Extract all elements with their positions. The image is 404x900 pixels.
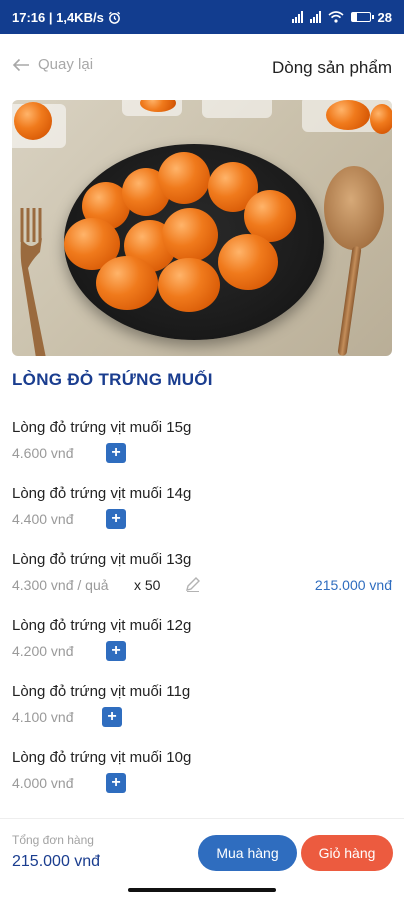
variant-name: Lòng đỏ trứng vịt muối 12g (12, 617, 192, 634)
variant-row: Lòng đỏ trứng vịt muối 11g 4.100 vnđ + (12, 683, 392, 733)
variant-row: Lòng đỏ trứng vịt muối 12g 4.200 vnđ + (12, 617, 392, 667)
variant-price: 4.000 vnđ (12, 775, 74, 791)
top-bar: Quay lại Dòng sản phẩm (0, 52, 404, 88)
variant-price: 4.400 vnđ (12, 511, 74, 527)
order-total-value: 215.000 vnđ (12, 853, 101, 870)
variant-name: Lòng đỏ trứng vịt muối 15g (12, 419, 192, 436)
add-button[interactable]: + (102, 707, 122, 727)
add-button[interactable]: + (106, 773, 126, 793)
arrow-left-icon (12, 58, 29, 71)
add-button[interactable]: + (106, 509, 126, 529)
variant-row: Lòng đỏ trứng vịt muối 15g 4.600 vnđ + (12, 419, 392, 469)
variant-price: 4.600 vnđ (12, 445, 74, 461)
variant-quantity[interactable]: x 50 (134, 577, 160, 593)
product-image (12, 100, 392, 356)
cart-button[interactable]: Giỏ hàng (301, 835, 393, 871)
battery-icon (350, 12, 374, 22)
product-name: LÒNG ĐỎ TRỨNG MUỐI (12, 370, 213, 389)
home-indicator[interactable] (128, 888, 276, 892)
pencil-icon[interactable] (184, 575, 202, 593)
cell-signal-2-icon (309, 11, 321, 23)
cell-signal-icon (291, 11, 303, 23)
order-total-label: Tổng đơn hàng (12, 833, 94, 847)
add-button[interactable]: + (106, 443, 126, 463)
variant-name: Lòng đỏ trứng vịt muối 14g (12, 485, 192, 502)
page-title: Dòng sản phẩm (271, 58, 392, 77)
variant-row: Lòng đỏ trứng vịt muối 14g 4.400 vnđ + (12, 485, 392, 535)
variant-row-selected: Lòng đỏ trứng vịt muối 13g 4.300 vnđ / q… (12, 551, 392, 601)
variant-price: 4.100 vnđ (12, 709, 74, 725)
variant-name: Lòng đỏ trứng vịt muối 13g (12, 551, 192, 568)
wifi-icon (328, 11, 344, 23)
status-bar: 17:16 | 1,4KB/s 28 (0, 0, 404, 34)
variant-name: Lòng đỏ trứng vịt muối 11g (12, 683, 191, 700)
add-button[interactable]: + (106, 641, 126, 661)
variant-price: 4.200 vnđ (12, 643, 74, 659)
variant-row: Lòng đỏ trứng vịt muối 10g 4.000 vnđ + (12, 749, 392, 799)
variant-total: 215.000 vnđ (314, 577, 392, 593)
status-time: 17:16 | 1,4KB/s (12, 9, 104, 25)
battery-level: 28 (377, 9, 392, 25)
variant-name: Lòng đỏ trứng vịt muối 10g (12, 749, 192, 766)
variant-price: 4.300 vnđ / quả (12, 577, 109, 593)
buy-button[interactable]: Mua hàng (198, 835, 297, 871)
alarm-clock-icon (108, 11, 120, 24)
back-label: Quay lại (38, 56, 94, 73)
back-button[interactable]: Quay lại (12, 56, 93, 73)
